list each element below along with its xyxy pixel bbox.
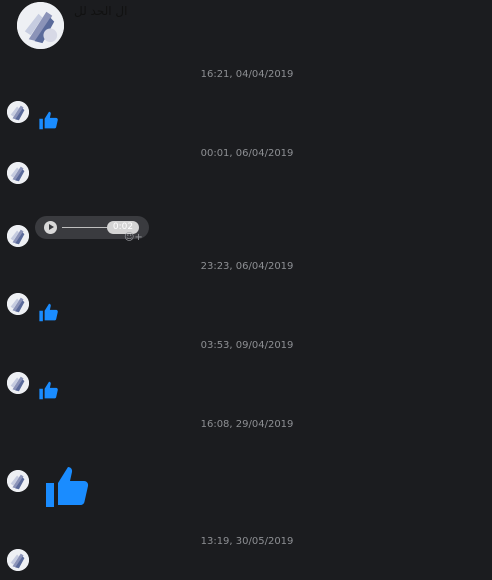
thumbs-up-icon[interactable] — [38, 380, 60, 401]
thumbs-up-icon[interactable] — [38, 302, 60, 323]
contact-name: ال الحد لل — [74, 4, 128, 18]
timestamp-divider: 03:53, 09/04/2019 — [200, 340, 294, 351]
avatar-image — [7, 470, 29, 492]
timestamp-divider: 23:23, 06/04/2019 — [200, 261, 294, 272]
timestamp-divider: 00:01, 06/04/2019 — [200, 148, 294, 159]
avatar-image — [7, 162, 29, 184]
avatar-image — [7, 372, 29, 394]
avatar-image — [7, 293, 29, 315]
sender-avatar[interactable] — [7, 162, 29, 184]
avatar-image — [7, 549, 29, 571]
avatar-image — [7, 101, 29, 123]
contact-avatar[interactable] — [17, 2, 64, 49]
chat-window: ال الحد لل 16:21, 04/04/2019 00:01, 06/0… — [0, 0, 492, 580]
timestamp-divider: 16:08, 29/04/2019 — [200, 419, 294, 430]
thumbs-up-icon[interactable] — [38, 110, 60, 131]
sender-avatar[interactable] — [7, 101, 29, 123]
sender-avatar[interactable] — [7, 225, 29, 247]
play-icon[interactable] — [44, 221, 57, 234]
sender-avatar[interactable] — [7, 293, 29, 315]
timestamp-divider: 16:21, 04/04/2019 — [200, 69, 294, 80]
sender-avatar[interactable] — [7, 372, 29, 394]
sender-avatar[interactable] — [7, 470, 29, 492]
sender-avatar[interactable] — [7, 549, 29, 571]
add-reaction-icon[interactable]: ☺+ — [124, 232, 146, 244]
timestamp-divider: 13:19, 30/05/2019 — [200, 536, 294, 547]
avatar-image — [7, 225, 29, 247]
thumbs-up-icon[interactable] — [44, 463, 92, 511]
avatar-image — [17, 2, 64, 49]
